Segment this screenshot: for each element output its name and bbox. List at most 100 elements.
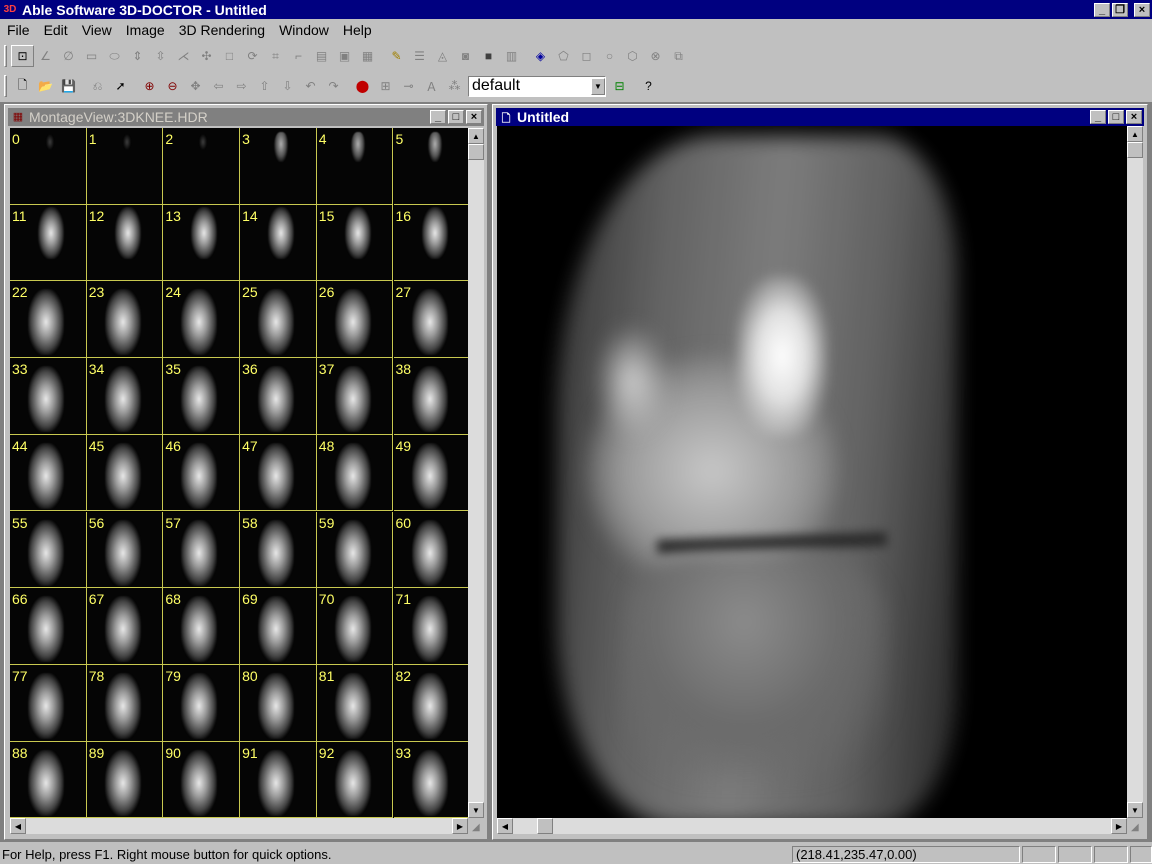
pentagon-icon[interactable]: ⬠ (552, 45, 575, 67)
slice-thumbnail[interactable]: 91 (240, 741, 317, 818)
profile-dropdown[interactable]: default ▼ (468, 75, 606, 97)
slice-thumbnail[interactable]: 33 (10, 358, 87, 435)
slice-thumbnail[interactable]: 93 (393, 741, 468, 818)
rotate-icon[interactable]: ⟳ (241, 45, 264, 67)
pointer-icon[interactable]: ➚ (109, 75, 132, 97)
stack-icon[interactable]: ☰ (408, 45, 431, 67)
toolbar-grip[interactable] (4, 75, 7, 97)
slice-thumbnail[interactable]: 26 (316, 281, 394, 359)
image-title-bar[interactable]: 🗋 Untitled _ □ × (496, 108, 1144, 126)
slice-thumbnail[interactable]: 71 (393, 588, 468, 665)
frame-icon[interactable]: ▣ (333, 45, 356, 67)
slice-thumbnail[interactable]: 49 (393, 434, 468, 512)
slice-thumbnail[interactable]: 22 (10, 281, 87, 359)
montage-vertical-scrollbar[interactable]: ▲ ▼ (468, 128, 484, 818)
slice-thumbnail[interactable]: 81 (316, 664, 394, 742)
slice-icon[interactable]: ◙ (454, 45, 477, 67)
montage-maximize-button[interactable]: □ (448, 110, 464, 124)
slice-thumbnail[interactable]: 16 (393, 204, 468, 282)
slice-thumbnail[interactable]: 4 (316, 128, 394, 205)
scroll-left-icon[interactable]: ◀ (10, 818, 26, 834)
slice-thumbnail[interactable]: 11 (10, 204, 87, 282)
object-icon[interactable]: ▤ (310, 45, 333, 67)
montage-resize-grip[interactable]: ◢ (472, 822, 484, 834)
slice-thumbnail[interactable]: 25 (240, 281, 317, 359)
undo-icon[interactable]: ⎌ (86, 75, 109, 97)
surface-icon[interactable]: ▥ (500, 45, 523, 67)
merge-icon[interactable]: ✣ (195, 45, 218, 67)
slice-thumbnail[interactable]: 15 (316, 204, 394, 282)
slice-thumbnail[interactable]: 89 (86, 741, 164, 818)
slice-thumbnail[interactable]: 60 (393, 511, 468, 589)
ruler-icon[interactable]: ✎ (385, 45, 408, 67)
square-icon[interactable]: ◻ (575, 45, 598, 67)
slice-thumbnail[interactable]: 57 (163, 511, 241, 589)
slice-thumbnail[interactable]: 56 (86, 511, 164, 589)
slice-thumbnail[interactable]: 37 (316, 358, 394, 435)
image-close-button[interactable]: × (1126, 110, 1142, 124)
context-help-icon[interactable]: ? (637, 75, 660, 97)
chevron-down-icon[interactable]: ▼ (591, 77, 605, 95)
montage-view[interactable]: 0 1 2 3 4 5 11 12 13 14 15 16 22 23 24 25 26 27 33 34 35 36 37… (10, 128, 468, 818)
slice-thumbnail[interactable]: 66 (10, 588, 87, 665)
slice-thumbnail[interactable]: 0 (10, 128, 87, 205)
image-minimize-button[interactable]: _ (1090, 110, 1106, 124)
slice-thumbnail[interactable]: 88 (10, 741, 87, 818)
slice-thumbnail[interactable]: 79 (163, 664, 241, 742)
slice-thumbnail[interactable]: 82 (393, 664, 468, 742)
menu-window[interactable]: Window (272, 22, 336, 38)
toolbar-grip[interactable] (4, 45, 7, 67)
slice-thumbnail[interactable]: 36 (240, 358, 317, 435)
app-close-button[interactable]: × (1134, 2, 1150, 17)
new-file-icon[interactable]: 🗋 (11, 75, 34, 97)
slice-thumbnail[interactable]: 27 (393, 281, 468, 359)
menu-image[interactable]: Image (119, 22, 172, 38)
pan-icon[interactable]: ✥ (184, 75, 207, 97)
slice-thumbnail[interactable]: 14 (240, 204, 317, 282)
montage-title-bar[interactable]: ▦ MontageView:3DKNEE.HDR _ □ × (8, 108, 484, 126)
apply-profile-icon[interactable]: ⊟ (608, 75, 631, 97)
scroll-up-icon[interactable]: ▲ (1127, 126, 1143, 142)
slice-thumbnail[interactable]: 1 (86, 128, 164, 205)
slice-thumbnail[interactable]: 55 (10, 511, 87, 589)
app-minimize-button[interactable]: _ (1094, 2, 1110, 17)
image-maximize-button[interactable]: □ (1108, 110, 1124, 124)
slice-thumbnail[interactable]: 58 (240, 511, 317, 589)
freehand-icon[interactable]: ∅ (57, 45, 80, 67)
slice-thumbnail[interactable]: 59 (316, 511, 394, 589)
down-icon[interactable]: ⇩ (276, 75, 299, 97)
slice-thumbnail[interactable]: 46 (163, 434, 241, 512)
scroll-left-icon[interactable]: ◀ (497, 818, 513, 834)
knee-mri-image[interactable] (497, 126, 1127, 818)
scroll-thumb[interactable] (468, 144, 484, 160)
slice-thumbnail[interactable]: 47 (240, 434, 317, 512)
slice-thumbnail[interactable]: 12 (86, 204, 164, 282)
polygon-icon[interactable]: ⬡ (621, 45, 644, 67)
scroll-down-icon[interactable]: ▼ (468, 802, 484, 818)
next-slice-icon[interactable]: ⇨ (230, 75, 253, 97)
slice-thumbnail[interactable]: 44 (10, 434, 87, 512)
split-icon[interactable]: ⋌ (172, 45, 195, 67)
slice-thumbnail[interactable]: 35 (163, 358, 241, 435)
resize-vertical-icon[interactable]: ⇳ (149, 45, 172, 67)
polyline-icon[interactable]: ∠ (34, 45, 57, 67)
open-folder-icon[interactable]: 📂 (34, 75, 57, 97)
slice-thumbnail[interactable]: 5 (393, 128, 468, 205)
menu-edit[interactable]: Edit (37, 22, 75, 38)
copy-region-icon[interactable]: ⧉ (667, 45, 690, 67)
pixel-icon[interactable]: ⁂ (443, 75, 466, 97)
select-region-icon[interactable]: ⊡ (11, 45, 34, 67)
slice-thumbnail[interactable]: 90 (163, 741, 241, 818)
slice-thumbnail[interactable]: 48 (316, 434, 394, 512)
image-vertical-scrollbar[interactable]: ▲ ▼ (1127, 126, 1143, 818)
slice-thumbnail[interactable]: 68 (163, 588, 241, 665)
up-icon[interactable]: ⇧ (253, 75, 276, 97)
rectangle-icon[interactable]: ▭ (80, 45, 103, 67)
scroll-up-icon[interactable]: ▲ (468, 128, 484, 144)
delete-region-icon[interactable]: ⊗ (644, 45, 667, 67)
rotate-left-icon[interactable]: ↶ (299, 75, 322, 97)
circle-icon[interactable]: ○ (598, 45, 621, 67)
image-horizontal-scrollbar[interactable]: ◀ ▶ (497, 818, 1127, 834)
slice-thumbnail[interactable]: 13 (163, 204, 241, 282)
slice-thumbnail[interactable]: 45 (86, 434, 164, 512)
